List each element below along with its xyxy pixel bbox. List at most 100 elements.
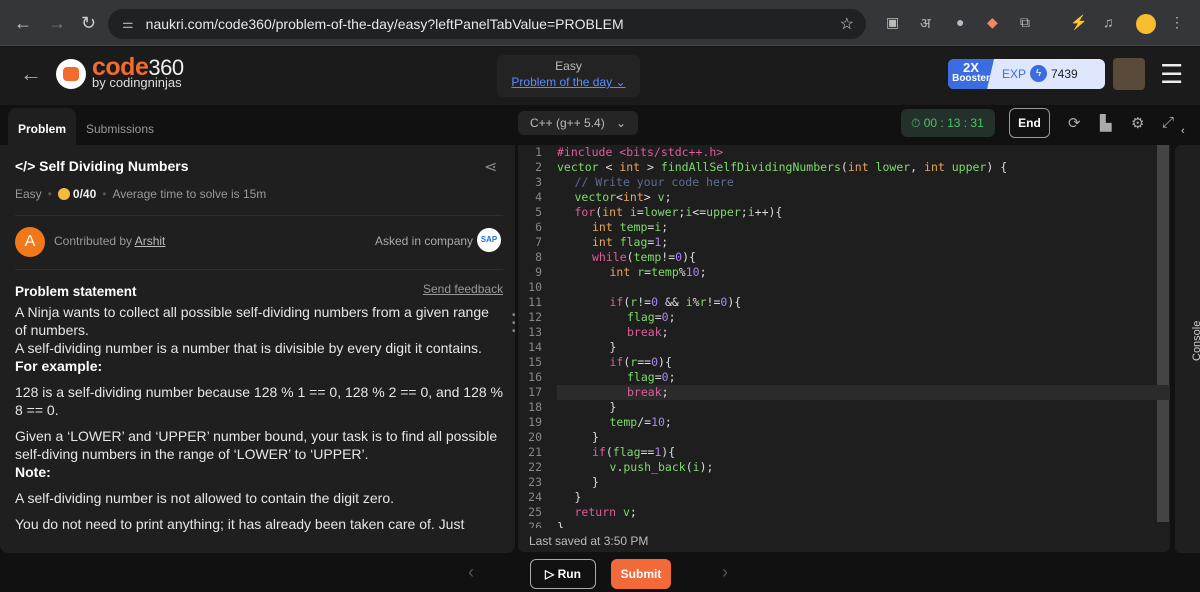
code-line[interactable]: temp/=10; xyxy=(557,415,672,430)
code-token: 0 xyxy=(651,295,659,309)
code-token: v xyxy=(616,505,630,519)
console-toggle[interactable]: ‹ Console xyxy=(1175,125,1200,553)
previous-arrow-icon[interactable]: ‹ xyxy=(468,562,474,583)
code-line[interactable]: int flag=1; xyxy=(557,235,668,250)
code-line[interactable]: int r=temp%10; xyxy=(557,265,707,280)
code-token: ){ xyxy=(658,355,672,369)
editor-scrollbar[interactable] xyxy=(1157,145,1169,522)
fullscreen-icon[interactable]: ⤢ xyxy=(1162,114,1174,131)
code-token: } xyxy=(592,475,599,489)
settings-gear-icon[interactable]: ⚙ xyxy=(1131,114,1144,132)
next-arrow-icon[interactable]: › xyxy=(722,562,728,583)
user-avatar[interactable] xyxy=(1113,58,1145,90)
problem-of-day-selector[interactable]: Easy Problem of the day ⌄ xyxy=(497,55,640,97)
code-line[interactable]: if(r!=0 && i%r!=0){ xyxy=(557,295,742,310)
tab-submissions[interactable]: Submissions xyxy=(76,108,164,145)
performance-icon[interactable]: ⚡ xyxy=(1070,14,1087,31)
address-bar[interactable]: ⚌ naukri.com/code360/problem-of-the-day/… xyxy=(108,9,866,39)
code-line[interactable]: flag=0; xyxy=(557,370,676,385)
left-panel-tabs: Problem Submissions xyxy=(0,105,515,145)
code-token: ; xyxy=(664,415,672,429)
code-token: temp xyxy=(633,250,662,264)
problem-panel: </> Self Dividing Numbers ⋖ Easy • 0/40 • Av… xyxy=(0,145,515,553)
sap-logo[interactable]: SAP xyxy=(477,228,501,252)
code-token: flag xyxy=(612,445,641,459)
end-button[interactable]: End xyxy=(1009,108,1050,138)
hamburger-menu-icon[interactable]: ☰ xyxy=(1160,59,1183,90)
extension-icon[interactable]: ▣ xyxy=(886,14,899,31)
code-line[interactable]: if(r==0){ xyxy=(557,355,672,370)
exp-count: 7439 xyxy=(1051,67,1078,81)
code-token: break xyxy=(627,325,662,339)
layout-icon[interactable]: ▙ xyxy=(1100,114,1112,132)
send-feedback-link[interactable]: Send feedback xyxy=(423,282,503,296)
share-icon[interactable]: ⋖ xyxy=(484,157,497,177)
potd-link[interactable]: Problem of the day ⌄ xyxy=(497,75,640,89)
code-line[interactable]: break; xyxy=(557,385,669,400)
chevron-down-icon: ⌄ xyxy=(615,116,626,130)
code-line[interactable]: } xyxy=(557,490,582,505)
reload-icon[interactable]: ↻ xyxy=(81,13,96,34)
bookmark-star-icon[interactable]: ☆ xyxy=(840,14,854,34)
code-line[interactable]: break; xyxy=(557,325,669,340)
code-line[interactable]: // Write your code here xyxy=(557,175,734,190)
code-line[interactable]: v.push_back(i); xyxy=(557,460,714,475)
code-token: 10 xyxy=(685,265,700,279)
divider xyxy=(15,269,503,270)
line-number: 12 xyxy=(528,310,542,324)
media-icon[interactable]: ♫ xyxy=(1103,14,1114,30)
site-settings-icon[interactable]: ⚌ xyxy=(122,16,134,32)
code-line[interactable]: } xyxy=(557,520,564,528)
code-token: 0 xyxy=(651,355,659,369)
code-line[interactable]: int temp=i; xyxy=(557,220,668,235)
line-number: 11 xyxy=(528,295,542,309)
extension-icon[interactable]: ● xyxy=(956,14,964,30)
problem-meta: Easy • 0/40 • Average time to solve is 15m xyxy=(15,187,267,201)
code-line[interactable]: } xyxy=(557,400,617,415)
code360-logo[interactable] xyxy=(56,59,86,89)
code-line[interactable]: } xyxy=(557,430,599,445)
reset-code-icon[interactable]: ⟳ xyxy=(1068,114,1081,132)
code-token: ( xyxy=(840,160,848,174)
hindi-extension-icon[interactable]: अ xyxy=(920,14,931,33)
code-token: = xyxy=(636,205,644,219)
code-token: vector xyxy=(557,160,599,174)
code-line[interactable]: } xyxy=(557,340,617,355)
code-line[interactable]: if(flag==1){ xyxy=(557,445,675,460)
line-number: 23 xyxy=(528,475,542,489)
exp-booster-badge[interactable]: 2X Booster EXP ϟ 7439 xyxy=(948,59,1105,89)
code-line[interactable]: return v; xyxy=(557,505,637,520)
extensions-puzzle-icon[interactable]: ⧉ xyxy=(1020,14,1030,31)
code-line[interactable]: #include <bits/stdc++.h> xyxy=(557,145,723,160)
extension-icon[interactable]: ◆ xyxy=(987,14,998,31)
code-token: i xyxy=(747,205,755,219)
code-line[interactable]: } xyxy=(557,475,599,490)
difficulty-label: Easy xyxy=(555,59,582,73)
code-token: findAllSelfDividingNumbers xyxy=(660,160,841,174)
line-number: 24 xyxy=(528,490,542,504)
code-token: == xyxy=(640,445,655,459)
code-line[interactable]: for(int i=lower;i<=upper;i++){ xyxy=(557,205,783,220)
code-token: % xyxy=(678,265,686,279)
code-editor[interactable]: 1 #include <bits/stdc++.h> 2 vector < int >… xyxy=(518,145,1170,528)
code-line[interactable]: flag=0; xyxy=(557,310,676,325)
back-icon[interactable]: ← xyxy=(14,13,32,34)
code-line[interactable]: vector < int > findAllSelfDividingNumber… xyxy=(557,160,1007,175)
code-token: upper xyxy=(706,205,741,219)
code-token: if xyxy=(609,355,624,369)
code-line[interactable]: while(temp!=0){ xyxy=(557,250,696,265)
run-button[interactable]: ▷ Run xyxy=(530,559,596,589)
profile-avatar[interactable] xyxy=(1136,14,1156,34)
forward-icon[interactable]: → xyxy=(48,13,66,34)
author-link[interactable]: Arshit xyxy=(135,234,166,248)
submit-button[interactable]: Submit xyxy=(611,559,671,589)
tab-problem[interactable]: Problem xyxy=(8,108,77,145)
back-arrow-icon[interactable]: ← xyxy=(20,61,42,87)
language-select[interactable]: C++ (g++ 5.4) ⌄ xyxy=(518,111,638,135)
panel-resize-handle[interactable]: • • • xyxy=(512,311,516,337)
code-token: ; xyxy=(668,370,676,384)
code-token: != xyxy=(661,250,676,264)
line-number: 3 xyxy=(535,175,542,189)
code-line[interactable]: vector<int> v; xyxy=(557,190,672,205)
more-menu-icon[interactable]: ⋮ xyxy=(1170,14,1184,31)
